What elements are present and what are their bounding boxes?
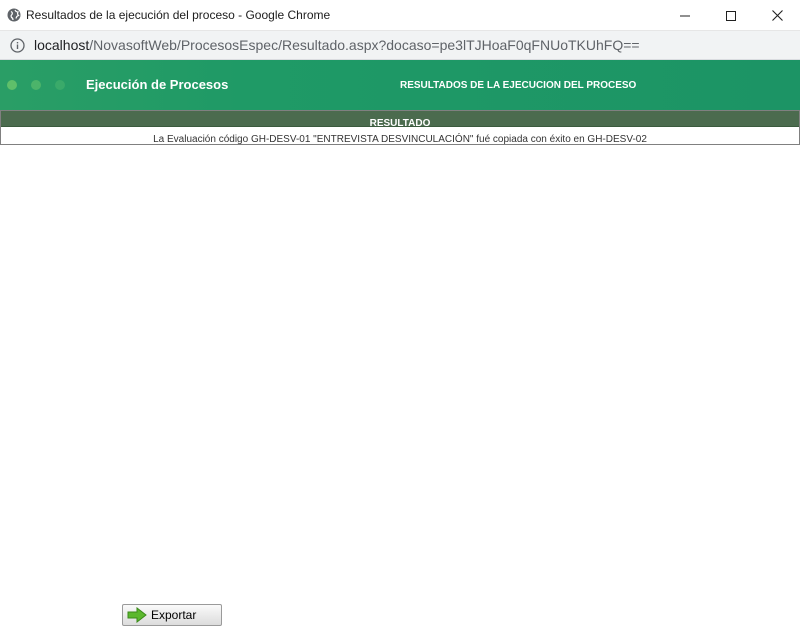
window-title-bar: Resultados de la ejecución del proceso -…: [0, 0, 800, 31]
section-title: RESULTADOS DE LA EJECUCION DEL PROCESO: [400, 80, 637, 91]
decorative-dot-icon: [55, 80, 65, 90]
url-path: /NovasoftWeb/ProcesosEspec/Resultado.asp…: [89, 37, 640, 53]
app-header: Ejecución de Procesos RESULTADOS DE LA E…: [0, 60, 800, 110]
table-row: La Evaluación código GH-DESV-01 "ENTREVI…: [1, 127, 799, 145]
address-bar[interactable]: localhost/NovasoftWeb/ProcesosEspec/Resu…: [0, 31, 800, 60]
result-message: La Evaluación código GH-DESV-01 "ENTREVI…: [153, 134, 647, 145]
maximize-icon: [726, 10, 736, 21]
app-title: Ejecución de Procesos: [86, 77, 229, 92]
result-column-header: RESULTADO: [1, 111, 799, 129]
url-host: localhost: [34, 37, 90, 53]
result-table: RESULTADO La Evaluación código GH-DESV-0…: [0, 110, 800, 145]
close-button[interactable]: [754, 0, 800, 31]
decorative-dot-icon: [31, 80, 41, 90]
minimize-icon: [680, 15, 690, 16]
globe-icon: [7, 8, 21, 22]
minimize-button[interactable]: [662, 0, 708, 31]
close-icon: [771, 10, 783, 21]
info-icon[interactable]: [10, 38, 25, 53]
decorative-dot-icon: [7, 80, 17, 90]
export-label: Exportar: [151, 608, 197, 622]
export-button[interactable]: Exportar: [122, 604, 222, 626]
green-arrow-right-icon: [127, 607, 147, 623]
url-text[interactable]: localhost/NovasoftWeb/ProcesosEspec/Resu…: [34, 37, 640, 53]
window-title: Resultados de la ejecución del proceso -…: [26, 8, 331, 22]
maximize-button[interactable]: [708, 0, 754, 31]
